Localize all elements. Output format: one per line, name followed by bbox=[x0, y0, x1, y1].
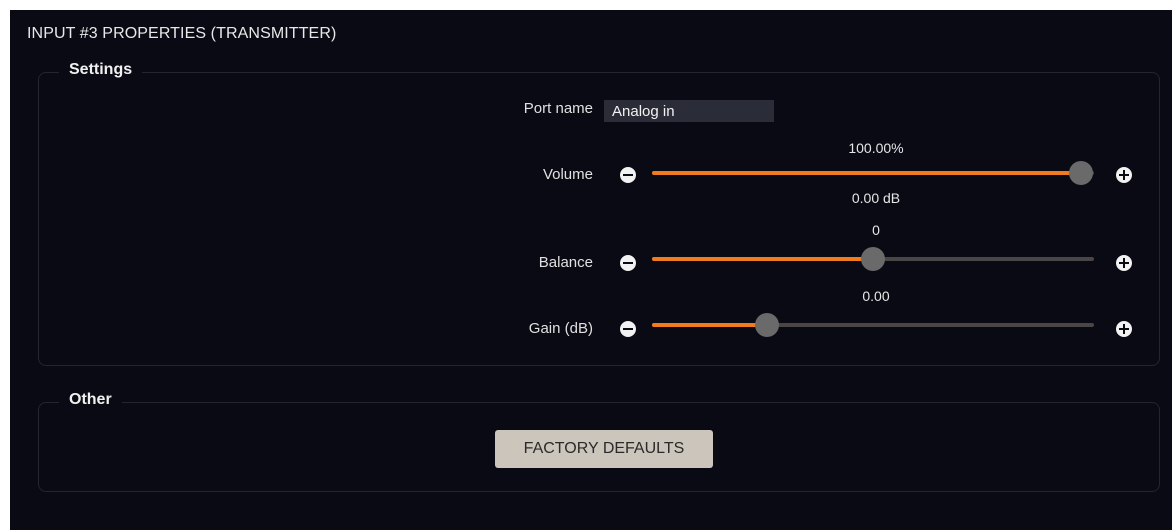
settings-legend: Settings bbox=[59, 61, 143, 79]
balance-slider-fill bbox=[652, 257, 873, 261]
balance-label: Balance bbox=[538, 254, 593, 271]
volume-decrease-icon[interactable] bbox=[620, 167, 636, 183]
gain-slider[interactable] bbox=[652, 313, 1094, 337]
other-legend: Other bbox=[59, 391, 122, 409]
volume-slider[interactable] bbox=[652, 161, 1094, 185]
factory-defaults-button[interactable]: FACTORY DEFAULTS bbox=[495, 430, 713, 468]
volume-slider-fill bbox=[652, 171, 1081, 175]
properties-panel: INPUT #3 PROPERTIES (TRANSMITTER) Settin… bbox=[10, 10, 1172, 530]
balance-increase-icon[interactable] bbox=[1116, 255, 1132, 271]
volume-slider-thumb[interactable] bbox=[1068, 161, 1093, 185]
port-name-input[interactable] bbox=[604, 100, 774, 122]
gain-increase-icon[interactable] bbox=[1116, 321, 1132, 337]
port-name-label: Port name bbox=[523, 100, 593, 117]
balance-decrease-icon[interactable] bbox=[620, 255, 636, 271]
gain-value: 0.00 bbox=[862, 288, 890, 304]
volume-label: Volume bbox=[542, 166, 593, 183]
balance-slider[interactable] bbox=[652, 247, 1094, 271]
volume-increase-icon[interactable] bbox=[1116, 167, 1132, 183]
panel-title: INPUT #3 PROPERTIES (TRANSMITTER) bbox=[27, 25, 337, 42]
balance-slider-thumb[interactable] bbox=[861, 247, 885, 271]
gain-slider-fill bbox=[652, 323, 767, 327]
gain-label: Gain (dB) bbox=[528, 320, 593, 337]
settings-group: Settings bbox=[38, 61, 1160, 366]
balance-value: 0 bbox=[872, 222, 880, 238]
gain-slider-thumb[interactable] bbox=[754, 313, 779, 337]
gain-decrease-icon[interactable] bbox=[620, 321, 636, 337]
volume-value: 100.00% bbox=[848, 140, 904, 156]
volume-db-value: 0.00 dB bbox=[851, 190, 901, 206]
